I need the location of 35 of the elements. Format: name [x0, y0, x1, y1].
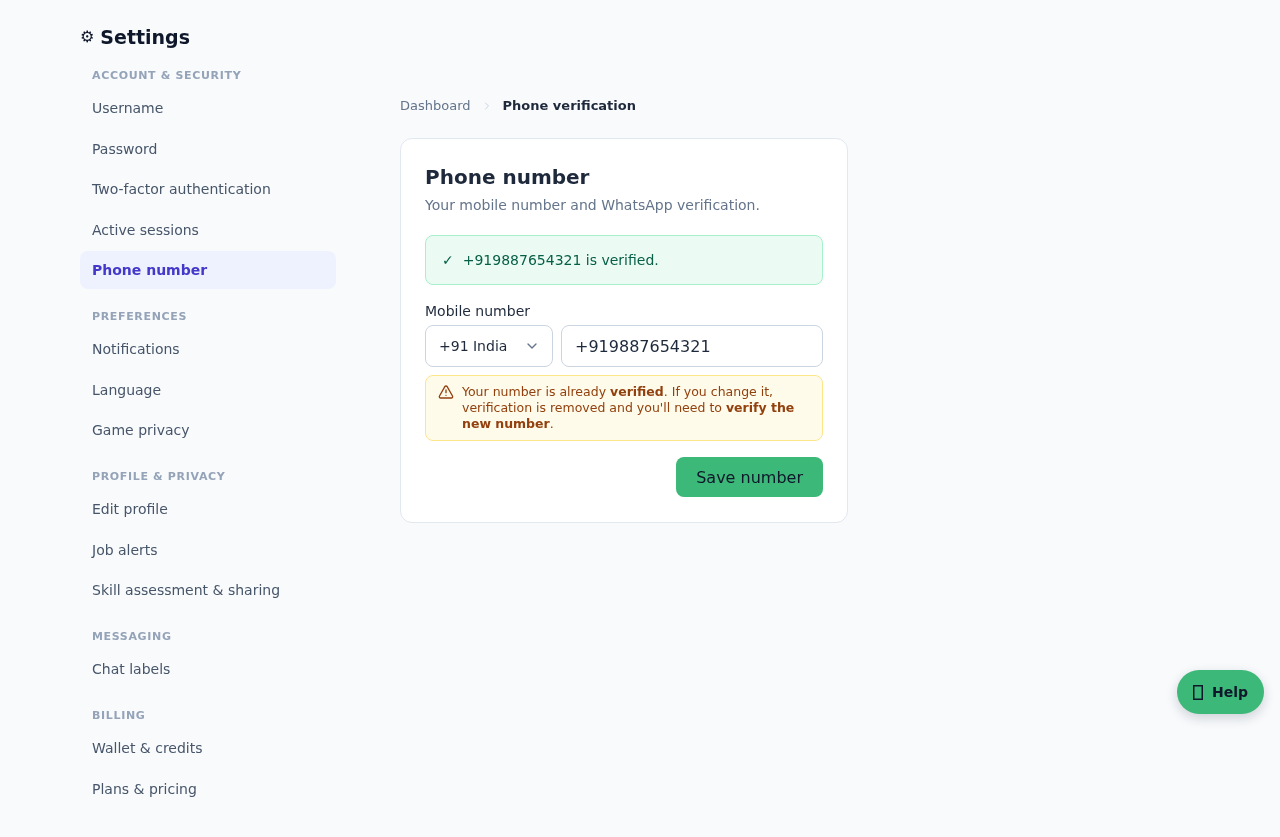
- country-select[interactable]: +91 India: [425, 325, 553, 367]
- sidebar-item[interactable]: Plans & pricing: [80, 769, 336, 808]
- sidebar-item[interactable]: Job alerts: [80, 530, 336, 569]
- card-subtitle: Your mobile number and WhatsApp verification.: [425, 196, 761, 215]
- sidebar-item[interactable]: Chat labels: [80, 650, 336, 688]
- section-heading: PROFILE & PRIVACY: [91, 470, 227, 484]
- sidebar-item[interactable]: Language: [80, 370, 336, 409]
- empty-box-icon: [1192, 684, 1203, 700]
- section-heading: BILLING: [91, 709, 147, 723]
- sidebar-item[interactable]: Skill assessment & sharing: [80, 571, 336, 609]
- check-icon: ✓: [442, 250, 454, 270]
- breadcrumb-link[interactable]: Dashboard: [400, 97, 471, 115]
- notice-text: Your number is already verified. If you change it, verification is removed and you'll need to verify the new number.: [462, 384, 796, 432]
- section-heading: PREFERENCES: [91, 310, 189, 324]
- sidebar-item[interactable]: Phone number: [80, 251, 336, 289]
- sidebar-item[interactable]: Password: [80, 129, 336, 168]
- phone-input[interactable]: +919887654321: [561, 325, 823, 367]
- sidebar-item[interactable]: Notifications: [80, 330, 336, 368]
- section-heading: MESSAGING: [91, 630, 173, 644]
- field-label: Mobile number: [425, 302, 531, 321]
- breadcrumb-current: Phone verification: [502, 97, 636, 115]
- status-text: +919887654321 is verified.: [462, 251, 659, 270]
- sidebar-item[interactable]: Wallet & credits: [80, 729, 336, 767]
- gear-icon: ⚙: [80, 25, 95, 49]
- warning-icon: [438, 384, 454, 400]
- help-button[interactable]: Help: [1176, 670, 1264, 714]
- sidebar-item[interactable]: Active sessions: [80, 210, 336, 249]
- sidebar-item[interactable]: Game privacy: [80, 411, 336, 449]
- save-button[interactable]: Save number: [676, 457, 823, 497]
- card-title: Phone number: [425, 164, 591, 191]
- sidebar-title: Settings: [100, 25, 191, 49]
- sidebar-item[interactable]: Edit profile: [80, 490, 336, 528]
- section-heading: ACCOUNT & SECURITY: [91, 69, 243, 83]
- sidebar-item[interactable]: Username: [80, 89, 336, 127]
- sidebar-item[interactable]: Two-factor authentication: [80, 170, 336, 208]
